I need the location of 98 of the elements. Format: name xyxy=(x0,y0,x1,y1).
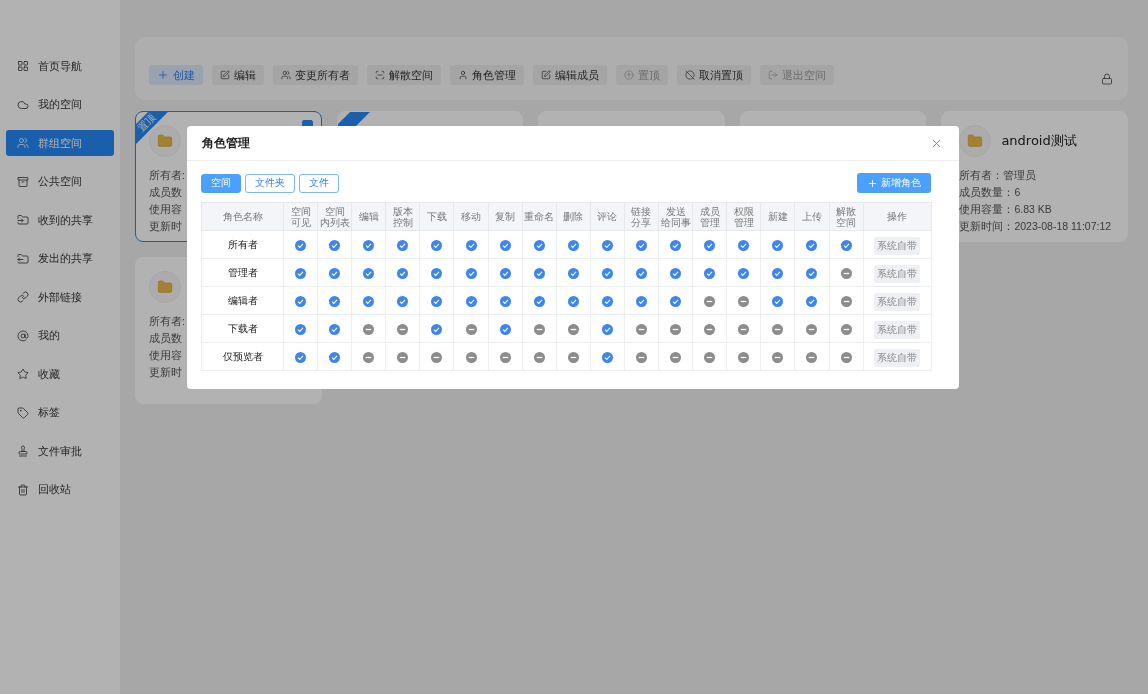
grid-icon xyxy=(17,60,29,72)
folder-icon xyxy=(17,214,29,226)
column-header: 操作 xyxy=(886,211,909,222)
sidebar-item[interactable]: 收藏 xyxy=(6,361,114,387)
column-header: 复制 xyxy=(494,211,517,222)
column-header: 控制 xyxy=(391,216,414,228)
folder-icon xyxy=(967,133,984,149)
toolbar-button[interactable]: 角色管理 xyxy=(450,65,524,85)
plus-icon xyxy=(867,177,878,189)
lock-icon[interactable] xyxy=(1101,73,1113,85)
edit-icon xyxy=(541,70,551,80)
column-header: 成员 xyxy=(698,205,721,217)
role-name: 仅预览者 xyxy=(201,342,284,371)
pinned-label: 置顶 xyxy=(136,112,158,134)
card-info: 成员数量：6 xyxy=(958,186,1021,198)
dialog-title: 角色管理 xyxy=(202,134,250,152)
card-info: 更新时间：2023-08-18 11:07:12 xyxy=(958,220,1112,232)
role-name: 下载者 xyxy=(201,314,284,343)
sidebar-item[interactable]: 首页导航 xyxy=(6,53,114,79)
people-icon xyxy=(281,70,291,80)
column-header: 管理 xyxy=(698,216,721,228)
folder-icon xyxy=(157,279,173,295)
sidebar-item[interactable]: 外部链接 xyxy=(6,284,114,310)
card-info: 使用容量：6.83 KB xyxy=(958,203,1052,215)
column-header: 重命名 xyxy=(523,211,556,222)
toolbar-button[interactable]: 变更所有者 xyxy=(273,65,358,85)
column-header: 权限 xyxy=(732,205,755,217)
card-info: 所有者: xyxy=(149,169,185,181)
column-header: 管理 xyxy=(732,216,755,228)
toolbar-button[interactable]: 取消置顶 xyxy=(677,65,751,85)
column-header: 移动 xyxy=(460,211,482,222)
folder-icon xyxy=(157,133,173,149)
card-info: 所有者：管理员 xyxy=(958,169,1037,181)
tab[interactable]: 文件 xyxy=(299,173,339,193)
column-header: 空间 xyxy=(289,205,312,217)
sidebar-item[interactable]: 收到的共享 xyxy=(6,207,114,233)
card-info: 成员数 xyxy=(149,332,182,344)
card-title: android测试 xyxy=(1001,132,1077,150)
cloud-icon xyxy=(17,98,29,111)
plus-icon xyxy=(157,69,169,81)
card-info: 所有者: xyxy=(149,315,185,327)
column-header: 解散 xyxy=(835,205,858,217)
system-tag: 系统自带 xyxy=(874,321,921,339)
role-name: 所有者 xyxy=(201,230,284,259)
system-tag: 系统自带 xyxy=(874,293,921,311)
toolbar-button[interactable]: 编辑 xyxy=(212,65,264,85)
card-info: 更新时 xyxy=(149,366,182,378)
system-tag: 系统自带 xyxy=(874,349,921,367)
sidebar-item[interactable]: 文件审批 xyxy=(6,438,114,464)
column-header: 可见 xyxy=(289,216,312,228)
link-icon xyxy=(17,291,29,303)
column-header: 编辑 xyxy=(357,211,380,222)
folder-icon xyxy=(17,252,29,265)
sidebar-item[interactable]: 公共空间 xyxy=(6,168,114,195)
system-tag: 系统自带 xyxy=(874,265,921,283)
tag-icon xyxy=(17,406,29,419)
card-info: 成员数 xyxy=(149,186,182,198)
role-name: 编辑者 xyxy=(201,286,284,315)
toolbar-button[interactable]: 解散空间 xyxy=(367,65,441,85)
star-icon xyxy=(17,368,29,380)
column-header: 链接 xyxy=(630,205,653,217)
box-icon xyxy=(17,175,29,188)
edit-icon xyxy=(220,70,230,80)
circle-off-icon xyxy=(685,70,695,80)
column-header: 给同事 xyxy=(659,216,692,228)
sidebar-item[interactable]: 标签 xyxy=(6,399,114,426)
column-header: 删除 xyxy=(562,211,585,222)
people-icon xyxy=(17,137,29,149)
scan-icon xyxy=(375,70,385,80)
system-tag: 系统自带 xyxy=(874,237,921,255)
column-header: 评论 xyxy=(596,211,619,222)
column-header: 发送 xyxy=(664,205,687,217)
card-info: 使用容 xyxy=(149,203,182,215)
card-info: 更新时 xyxy=(149,220,182,232)
card-info: 使用容 xyxy=(149,349,182,361)
sidebar-item[interactable]: 我的 xyxy=(6,322,114,349)
user-icon xyxy=(458,70,468,80)
trash-icon xyxy=(17,483,29,496)
sidebar-item[interactable]: 发出的共享 xyxy=(6,245,114,272)
column-header: 内列表 xyxy=(318,216,351,228)
column-header: 下载 xyxy=(425,211,448,222)
column-header: 空间 xyxy=(323,205,345,217)
exit-icon xyxy=(768,70,778,80)
arrow-up-circle-icon xyxy=(624,70,634,80)
role-name: 管理者 xyxy=(201,258,284,287)
column-header: 上传 xyxy=(800,211,823,222)
column-header: 空间 xyxy=(835,216,858,228)
column-header: 新建 xyxy=(766,211,789,222)
toolbar-button[interactable]: 编辑成员 xyxy=(533,65,607,85)
stamp-icon xyxy=(17,445,29,457)
sidebar-item[interactable]: 回收站 xyxy=(6,476,114,503)
column-header: 分享 xyxy=(630,216,653,228)
sidebar-item[interactable]: 我的空间 xyxy=(6,91,114,118)
column-header: 版本 xyxy=(391,205,414,217)
tab[interactable]: 文件夹 xyxy=(245,173,295,193)
at-sign-icon xyxy=(17,329,29,342)
space-card[interactable]: android测试 所有者：管理员 成员数量：6 使用容量：6.83 KB 更新时间：2023-08-18 11:07:12 xyxy=(941,111,1128,242)
column-header: 角色名称 xyxy=(221,211,264,222)
